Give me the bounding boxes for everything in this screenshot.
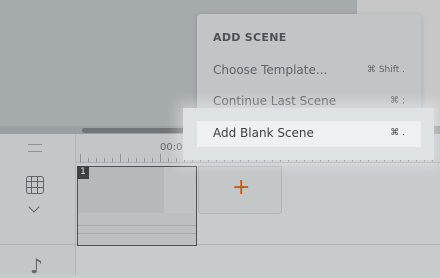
menu-item-label: Choose Template... (213, 63, 328, 77)
scene-divider (78, 225, 196, 226)
ruler-tick (96, 158, 97, 162)
resize-handle[interactable] (28, 144, 42, 152)
ruler-tick (144, 158, 145, 162)
ruler-tick (120, 154, 121, 162)
ruler-tick (80, 154, 81, 162)
scene-preview-area-right (164, 167, 196, 213)
scene-preview-area (78, 167, 164, 213)
ruler-tick (104, 158, 105, 162)
menu-item-shortcut: ⌘ ; (390, 96, 405, 106)
menu-item-choose-template[interactable]: Choose Template... ⌘ Shift . (197, 58, 421, 84)
ruler-tick (128, 158, 129, 162)
menu-header: ADD SCENE (213, 31, 287, 44)
ruler-tick (176, 158, 177, 162)
ruler-tick (136, 158, 137, 162)
ruler-tick (152, 158, 153, 162)
grid-icon[interactable] (26, 176, 44, 194)
ruler-tick (112, 158, 113, 162)
menu-item-label: Add Blank Scene (213, 126, 314, 140)
menu-item-shortcut: ⌘ Shift . (366, 65, 405, 75)
menu-item-add-blank-scene[interactable]: Add Blank Scene ⌘ . (197, 121, 421, 147)
add-scene-button[interactable]: + (198, 166, 282, 214)
ruler-tick (168, 158, 169, 162)
track-divider (0, 244, 440, 245)
menu-item-shortcut: ⌘ . (390, 128, 405, 138)
music-note-icon[interactable]: ♪ (30, 256, 43, 276)
ruler-tick (160, 154, 161, 162)
scene-number-badge: 1 (77, 166, 89, 179)
ruler-tick (88, 158, 89, 162)
plus-icon: + (232, 175, 251, 200)
menu-item-label: Continue Last Scene (213, 94, 337, 108)
scene-thumbnail[interactable] (77, 166, 197, 246)
scene-divider (78, 233, 196, 234)
